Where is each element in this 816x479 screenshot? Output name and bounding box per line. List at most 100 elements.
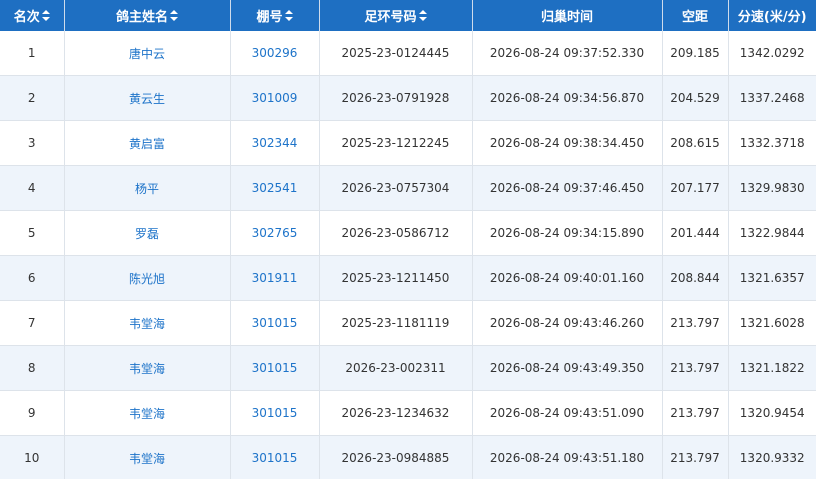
loft-cell: 301015 xyxy=(230,345,320,391)
owner-link[interactable]: 杨平 xyxy=(135,182,159,196)
arrival-cell: 2026-08-24 09:43:51.180 xyxy=(472,435,663,479)
arrival-cell: 2026-08-24 09:43:46.260 xyxy=(472,300,663,346)
loft-cell: 301911 xyxy=(230,255,320,301)
ring-cell: 2026-23-0791928 xyxy=(319,75,473,121)
speed-cell: 1321.1822 xyxy=(728,345,816,391)
arrival-cell: 2026-08-24 09:40:01.160 xyxy=(472,255,663,301)
arrival-cell: 2026-08-24 09:38:34.450 xyxy=(472,120,663,166)
distance-cell: 208.615 xyxy=(662,120,729,166)
table-row: 9 韦堂海 301015 2026-23-1234632 2026-08-24 … xyxy=(0,390,816,436)
ring-cell: 2025-23-1211450 xyxy=(319,255,473,301)
arrival-cell: 2026-08-24 09:43:51.090 xyxy=(472,390,663,436)
loft-link[interactable]: 302765 xyxy=(252,226,298,240)
loft-cell: 302541 xyxy=(230,165,320,211)
loft-cell: 301015 xyxy=(230,435,320,479)
table-row: 6 陈光旭 301911 2025-23-1211450 2026-08-24 … xyxy=(0,255,816,301)
rank-cell: 9 xyxy=(0,390,65,436)
sort-icon[interactable] xyxy=(170,10,178,21)
header-rank[interactable]: 名次 xyxy=(0,0,65,31)
speed-cell: 1342.0292 xyxy=(728,31,816,76)
loft-link[interactable]: 302344 xyxy=(252,136,298,150)
header-distance: 空距 xyxy=(662,0,729,31)
distance-cell: 213.797 xyxy=(662,300,729,346)
loft-cell: 301015 xyxy=(230,300,320,346)
owner-link[interactable]: 唐中云 xyxy=(129,47,165,61)
table-row: 1 唐中云 300296 2025-23-0124445 2026-08-24 … xyxy=(0,31,816,76)
loft-link[interactable]: 301015 xyxy=(252,406,298,420)
table-row: 3 黄启富 302344 2025-23-1212245 2026-08-24 … xyxy=(0,120,816,166)
header-ring-label: 足环号码 xyxy=(364,10,417,25)
arrival-cell: 2026-08-24 09:34:56.870 xyxy=(472,75,663,121)
rank-cell: 7 xyxy=(0,300,65,346)
header-loft[interactable]: 棚号 xyxy=(230,0,320,31)
rank-cell: 6 xyxy=(0,255,65,301)
table-row: 2 黄云生 301009 2026-23-0791928 2026-08-24 … xyxy=(0,75,816,121)
loft-link[interactable]: 302541 xyxy=(252,181,298,195)
loft-link[interactable]: 301015 xyxy=(252,316,298,330)
loft-link[interactable]: 300296 xyxy=(252,46,298,60)
ring-cell: 2026-23-0984885 xyxy=(319,435,473,479)
ring-cell: 2026-23-1234632 xyxy=(319,390,473,436)
header-owner[interactable]: 鸽主姓名 xyxy=(64,0,231,31)
header-ring[interactable]: 足环号码 xyxy=(319,0,473,31)
loft-cell: 302765 xyxy=(230,210,320,256)
loft-cell: 301009 xyxy=(230,75,320,121)
loft-link[interactable]: 301009 xyxy=(252,91,298,105)
speed-cell: 1332.3718 xyxy=(728,120,816,166)
distance-cell: 213.797 xyxy=(662,435,729,479)
sort-icon[interactable] xyxy=(41,10,50,21)
header-distance-label: 空距 xyxy=(681,10,708,25)
loft-cell: 301015 xyxy=(230,390,320,436)
loft-link[interactable]: 301911 xyxy=(252,271,298,285)
distance-cell: 208.844 xyxy=(662,255,729,301)
header-row: 名次 鸽主姓名 棚号 足环号码 归巢时间 空距 分速(米/分) xyxy=(0,0,816,31)
owner-link[interactable]: 韦堂海 xyxy=(129,407,165,421)
table-row: 10 韦堂海 301015 2026-23-0984885 2026-08-24… xyxy=(0,435,816,479)
distance-cell: 207.177 xyxy=(662,165,729,211)
speed-cell: 1322.9844 xyxy=(728,210,816,256)
distance-cell: 213.797 xyxy=(662,345,729,391)
rank-cell: 1 xyxy=(0,31,65,76)
owner-link[interactable]: 黄云生 xyxy=(129,92,165,106)
header-speed: 分速(米/分) xyxy=(728,0,816,31)
owner-link[interactable]: 黄启富 xyxy=(129,137,165,151)
speed-cell: 1337.2468 xyxy=(728,75,816,121)
table-row: 4 杨平 302541 2026-23-0757304 2026-08-24 0… xyxy=(0,165,816,211)
owner-cell: 黄云生 xyxy=(64,75,231,121)
owner-link[interactable]: 韦堂海 xyxy=(129,362,165,376)
owner-cell: 唐中云 xyxy=(64,31,231,76)
owner-link[interactable]: 陈光旭 xyxy=(129,272,165,286)
speed-cell: 1320.9454 xyxy=(728,390,816,436)
header-rank-label: 名次 xyxy=(13,10,40,25)
loft-cell: 302344 xyxy=(230,120,320,166)
loft-link[interactable]: 301015 xyxy=(252,361,298,375)
owner-cell: 杨平 xyxy=(64,165,231,211)
owner-cell: 罗磊 xyxy=(64,210,231,256)
rank-cell: 10 xyxy=(0,435,65,479)
arrival-cell: 2026-08-24 09:37:46.450 xyxy=(472,165,663,211)
owner-link[interactable]: 罗磊 xyxy=(135,227,159,241)
speed-cell: 1329.9830 xyxy=(728,165,816,211)
speed-cell: 1321.6357 xyxy=(728,255,816,301)
rank-cell: 3 xyxy=(0,120,65,166)
loft-link[interactable]: 301015 xyxy=(252,451,298,465)
sort-icon[interactable] xyxy=(284,10,293,21)
header-arrival-label: 归巢时间 xyxy=(540,10,593,25)
rank-cell: 5 xyxy=(0,210,65,256)
ring-cell: 2025-23-1212245 xyxy=(319,120,473,166)
distance-cell: 201.444 xyxy=(662,210,729,256)
header-arrival: 归巢时间 xyxy=(472,0,663,31)
ring-cell: 2025-23-0124445 xyxy=(319,31,473,76)
distance-cell: 204.529 xyxy=(662,75,729,121)
owner-link[interactable]: 韦堂海 xyxy=(129,317,165,331)
distance-cell: 209.185 xyxy=(662,31,729,76)
sort-icon[interactable] xyxy=(418,10,427,21)
owner-link[interactable]: 韦堂海 xyxy=(129,452,165,466)
table-row: 5 罗磊 302765 2026-23-0586712 2026-08-24 0… xyxy=(0,210,816,256)
arrival-cell: 2026-08-24 09:43:49.350 xyxy=(472,345,663,391)
owner-cell: 韦堂海 xyxy=(64,390,231,436)
table-row: 8 韦堂海 301015 2026-23-002311 2026-08-24 0… xyxy=(0,345,816,391)
ring-cell: 2025-23-1181119 xyxy=(319,300,473,346)
owner-cell: 黄启富 xyxy=(64,120,231,166)
rank-cell: 4 xyxy=(0,165,65,211)
